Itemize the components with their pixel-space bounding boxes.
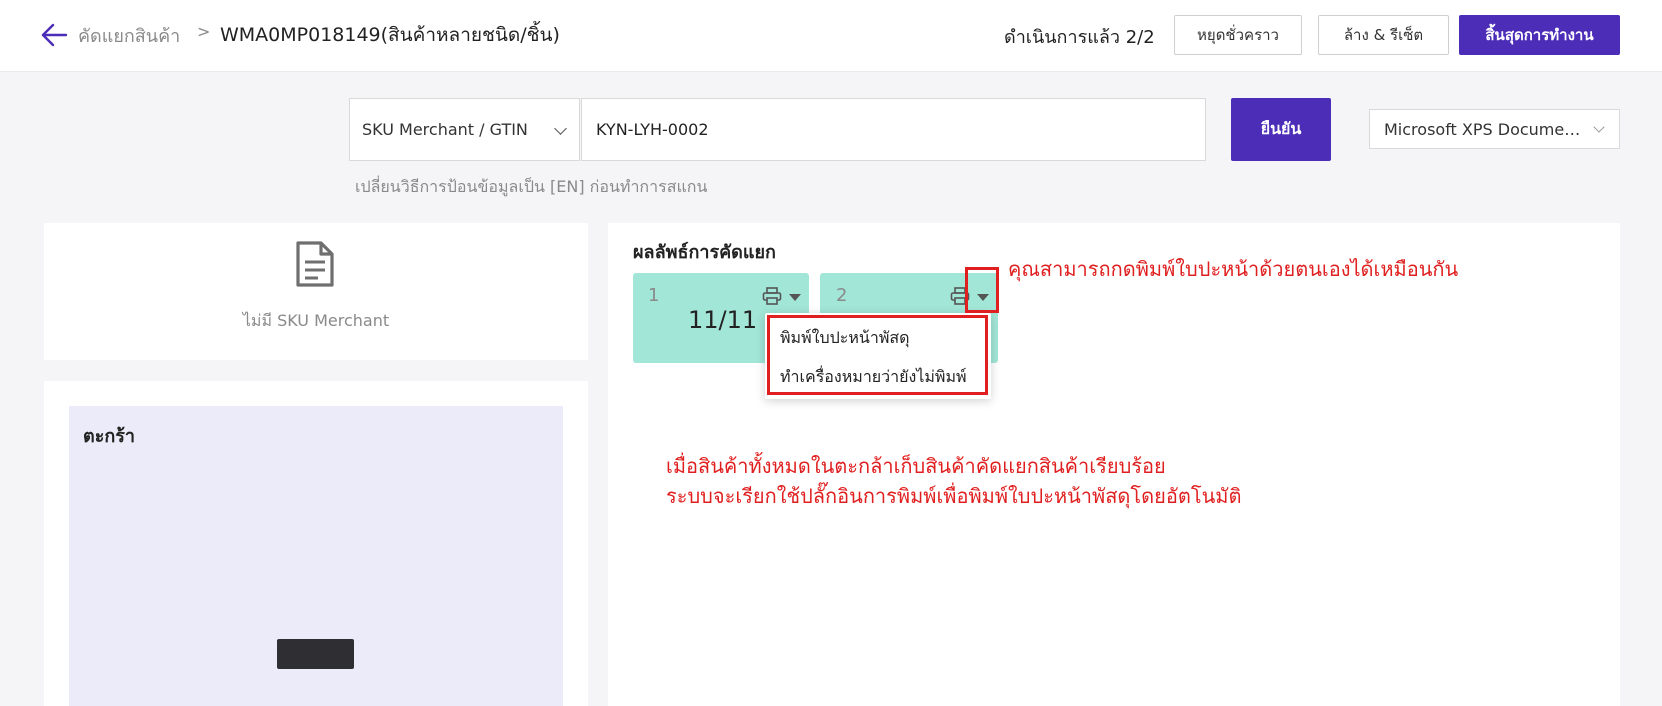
chevron-down-icon xyxy=(554,122,567,135)
breadcrumb-separator: > xyxy=(197,22,211,41)
confirm-button[interactable]: ยืนยัน xyxy=(1231,98,1331,161)
progress-text: ดำเนินการแล้ว 2/2 xyxy=(1004,27,1155,48)
scan-mode-value: SKU Merchant / GTIN xyxy=(362,120,528,139)
breadcrumb-current: WMA0MP018149(สินค้าหลายชนิด/ชิ้น) xyxy=(220,24,560,46)
highlight-box-dropdown xyxy=(767,315,988,395)
card-count: 11/11 xyxy=(688,306,758,334)
finish-button[interactable]: สิ้นสุดการทำงาน xyxy=(1459,15,1620,55)
back-arrow-icon[interactable] xyxy=(40,22,68,48)
result-title: ผลลัพธ์การคัดแยก xyxy=(633,242,776,263)
annotation-manual-print: คุณสามารถกดพิมพ์ใบปะหน้าด้วยตนเองได้เหมื… xyxy=(1008,257,1459,281)
caret-down-icon[interactable] xyxy=(789,294,801,301)
scan-mode-select[interactable]: SKU Merchant / GTIN xyxy=(349,98,580,161)
basket-slot xyxy=(277,639,354,669)
printer-select-value: Microsoft XPS Document Writer xyxy=(1384,119,1589,139)
basket-title: ตะกร้า xyxy=(83,426,136,447)
printer-icon[interactable] xyxy=(762,287,782,305)
pause-button[interactable]: หยุดชั่วคราว xyxy=(1174,15,1302,55)
chevron-down-icon xyxy=(1593,121,1605,133)
breadcrumb-parent[interactable]: คัดแยกสินค้า xyxy=(78,21,180,50)
annotation-auto-print-line1: เมื่อสินค้าทั้งหมดในตะกล้าเก็บสินค้าคัดแ… xyxy=(666,454,1166,478)
printer-select[interactable]: Microsoft XPS Document Writer xyxy=(1369,109,1620,149)
no-sku-text: ไม่มี SKU Merchant xyxy=(242,311,390,330)
reset-button[interactable]: ล้าง & รีเซ็ต xyxy=(1318,15,1449,55)
card-number: 1 xyxy=(648,285,660,306)
input-method-hint: เปลี่ยนวิธีการป้อนข้อมูลเป็น [EN] ก่อนทำ… xyxy=(355,177,708,196)
document-icon xyxy=(296,241,334,287)
annotation-auto-print-line2: ระบบจะเรียกใช้ปลั๊กอินการพิมพ์เพื่อพิมพ์… xyxy=(666,484,1242,508)
card-number: 2 xyxy=(836,285,848,306)
scan-input[interactable] xyxy=(581,98,1206,161)
highlight-box-caret xyxy=(965,267,999,313)
